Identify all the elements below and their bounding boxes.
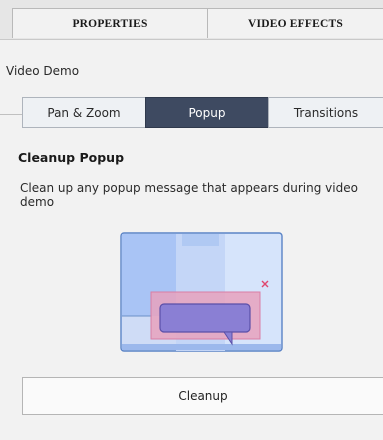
panel-description: Clean up any popup message that appears … xyxy=(20,181,358,209)
segment-pan-zoom[interactable]: Pan & Zoom xyxy=(22,97,146,128)
tab-video-effects[interactable]: VIDEO EFFECTS xyxy=(207,8,383,38)
segmented-control: Pan & Zoom Popup Transitions xyxy=(22,97,383,128)
cleanup-button[interactable]: Cleanup xyxy=(22,377,383,415)
segment-transitions[interactable]: Transitions xyxy=(268,97,383,128)
section-label: Video Demo xyxy=(6,64,80,78)
segment-rule-divider xyxy=(0,114,22,115)
top-tab-bar: PROPERTIES VIDEO EFFECTS xyxy=(0,0,383,40)
segment-popup[interactable]: Popup xyxy=(145,97,269,128)
panel-heading: Cleanup Popup xyxy=(18,150,125,165)
popup-illustration-icon xyxy=(120,232,283,353)
tab-properties[interactable]: PROPERTIES xyxy=(12,8,208,38)
tab-bar-divider xyxy=(0,39,383,40)
